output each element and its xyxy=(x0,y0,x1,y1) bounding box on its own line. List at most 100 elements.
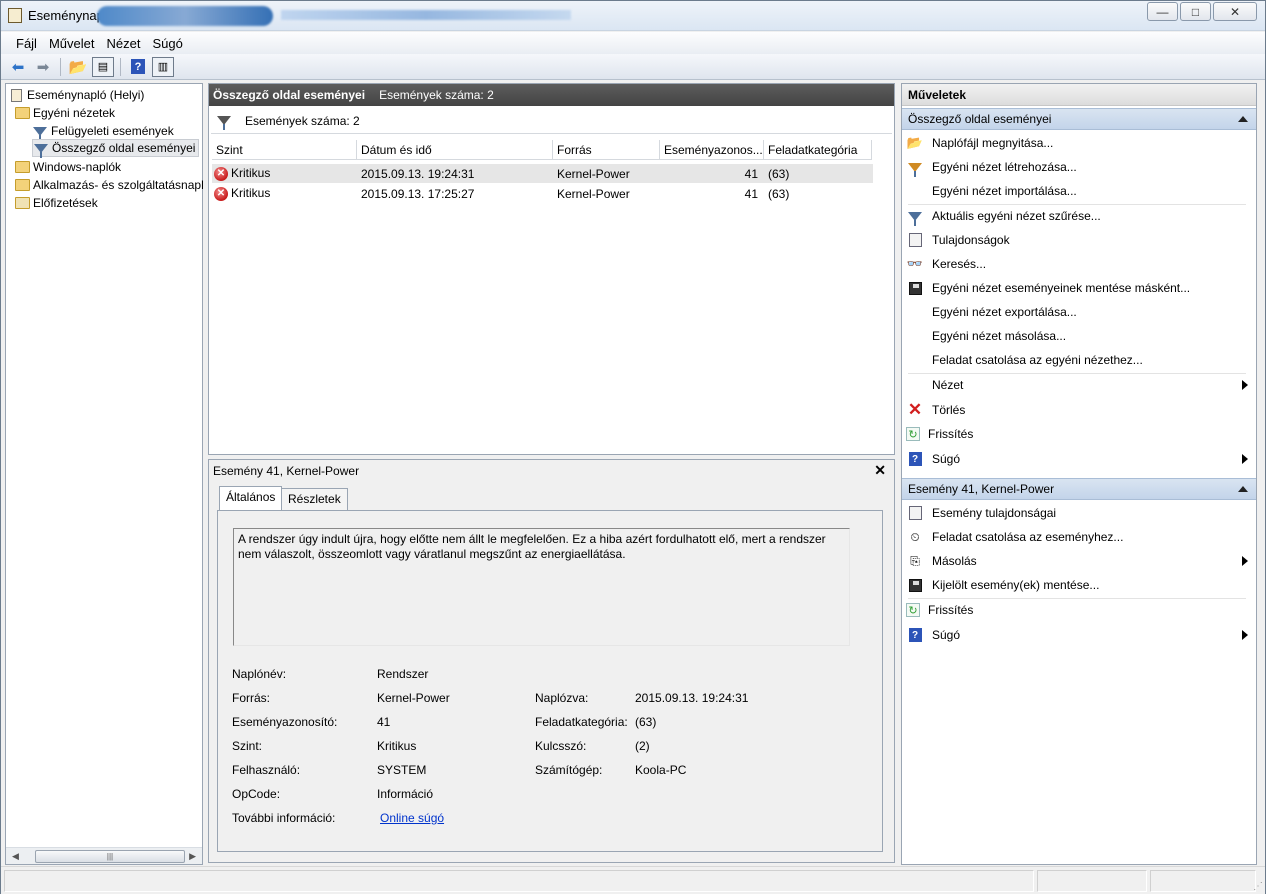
copy-icon: ⎘ xyxy=(910,553,920,568)
action-properties[interactable]: Tulajdonságok xyxy=(906,229,1250,251)
action-open-log-file[interactable]: 📂 Naplófájl megnyitása... xyxy=(906,132,1250,154)
folder-icon xyxy=(14,105,30,121)
binoculars-icon: 👓 xyxy=(906,256,924,271)
forward-button[interactable]: ➡ xyxy=(32,57,54,77)
collapse-icon[interactable] xyxy=(1238,116,1248,122)
tree-subscriptions-label: Előfizetések xyxy=(33,196,98,210)
action-filter-current-view[interactable]: Aktuális egyéni nézet szűrése... xyxy=(906,205,1250,227)
action-copy-custom-view[interactable]: Egyéni nézet másolása... xyxy=(906,325,1250,347)
tree-horizontal-scrollbar[interactable]: ◀ ||| ▶ xyxy=(6,847,202,864)
minimize-button[interactable]: — xyxy=(1147,2,1178,21)
menu-file[interactable]: Fájl xyxy=(10,36,43,51)
title-bar: Eseménynapló — □ ✕ xyxy=(1,1,1265,31)
action-label: Súgó xyxy=(932,452,961,466)
event-list-header: Összegző oldal eseményei Események száma… xyxy=(209,84,894,106)
tree-windows-logs[interactable]: Windows-naplók xyxy=(14,158,121,176)
value-user: SYSTEM xyxy=(377,763,427,777)
refresh-icon: ↻ xyxy=(906,427,920,441)
action-save-selected-events[interactable]: Kijelölt esemény(ek) mentése... xyxy=(906,574,1250,596)
action-attach-task-to-event[interactable]: ⏲ Feladat csatolása az eseményhez... xyxy=(906,526,1250,548)
tab-details[interactable]: Részletek xyxy=(281,488,348,510)
label-event-id: Eseményazonosító: xyxy=(232,715,338,729)
collapse-icon[interactable] xyxy=(1238,486,1248,492)
tab-general[interactable]: Általános xyxy=(219,486,283,511)
back-button[interactable]: ⬅ xyxy=(7,57,29,77)
action-label: Egyéni nézet létrehozása... xyxy=(932,160,1077,174)
action-label: Egyéni nézet eseményeinek mentése máskén… xyxy=(932,281,1191,295)
action-pane-icon: ▥ xyxy=(157,61,169,73)
scroll-left-icon[interactable]: ◀ xyxy=(6,851,19,862)
row-source: Kernel-Power xyxy=(557,186,630,201)
action-help[interactable]: ? Súgó xyxy=(906,448,1250,470)
close-window-button[interactable]: ✕ xyxy=(1213,2,1257,21)
action-delete[interactable]: ✕ Törlés xyxy=(906,399,1250,421)
action-view[interactable]: Nézet xyxy=(906,374,1250,396)
online-help-link[interactable]: Online súgó xyxy=(380,811,444,825)
delete-icon: ✕ xyxy=(907,400,923,419)
resize-grip-icon[interactable]: ⋰ xyxy=(1253,881,1263,892)
event-list-title: Összegző oldal eseményei xyxy=(213,88,366,102)
row-level: ✕ Kritikus xyxy=(212,166,357,181)
help-button[interactable]: ? xyxy=(127,57,149,77)
event-description[interactable]: A rendszer úgy indult újra, hogy előtte … xyxy=(233,528,850,646)
label-logged: Naplózva: xyxy=(535,691,589,705)
scroll-right-icon[interactable]: ▶ xyxy=(189,851,202,862)
label-user: Felhasználó: xyxy=(232,763,301,777)
action-attach-task-to-view[interactable]: Feladat csatolása az egyéni nézethez... xyxy=(906,349,1250,371)
properties-icon xyxy=(906,504,924,522)
action-save-events-as[interactable]: Egyéni nézet eseményeinek mentése máskén… xyxy=(906,277,1250,299)
scroll-thumb[interactable]: ||| xyxy=(35,849,185,863)
tree-app-logs[interactable]: Alkalmazás- és szolgáltatásnapl xyxy=(14,176,204,194)
close-icon: ✕ xyxy=(1229,4,1241,19)
column-datetime[interactable]: Dátum és idő xyxy=(357,140,553,159)
show-hide-action-pane-button[interactable]: ▥ xyxy=(152,56,174,77)
status-cell-main xyxy=(4,870,1034,892)
actions-section-summary[interactable]: Összegző oldal eseményei xyxy=(902,108,1256,130)
action-import-custom-view[interactable]: Egyéni nézet importálása... xyxy=(906,180,1250,202)
blank-icon xyxy=(906,327,924,345)
show-hide-tree-button[interactable]: ▤ xyxy=(92,56,114,77)
tree-summary-events-label: Összegző oldal eseményei xyxy=(52,141,196,155)
status-cell-end xyxy=(1150,870,1256,892)
menu-help[interactable]: Súgó xyxy=(146,36,188,51)
action-label: Keresés... xyxy=(932,257,987,271)
value-level: Kritikus xyxy=(377,739,417,753)
tree-summary-events[interactable]: Összegző oldal eseményei xyxy=(32,139,200,158)
action-label: Egyéni nézet importálása... xyxy=(932,184,1077,198)
tree-root[interactable]: Eseménynapló (Helyi) xyxy=(8,86,144,104)
action-create-custom-view[interactable]: Egyéni nézet létrehozása... xyxy=(906,156,1250,178)
action-refresh[interactable]: ↻ Frissítés xyxy=(906,423,1250,445)
column-level[interactable]: Szint xyxy=(212,140,357,159)
tree-custom-views[interactable]: Egyéni nézetek xyxy=(14,104,115,122)
action-export-custom-view[interactable]: Egyéni nézet exportálása... xyxy=(906,301,1250,323)
tree-admin-events[interactable]: Felügyeleti események xyxy=(32,122,174,141)
table-row[interactable]: ✕ Kritikus 2015.09.13. 17:25:27 Kernel-Po… xyxy=(212,184,873,203)
maximize-button[interactable]: □ xyxy=(1180,2,1211,21)
tree-subscriptions[interactable]: Előfizetések xyxy=(14,194,98,212)
up-folder-button[interactable]: 📂 xyxy=(67,57,89,77)
column-task-category[interactable]: Feladatkategória xyxy=(764,140,872,159)
event-list-pane: Összegző oldal eseményei Események száma… xyxy=(208,83,895,455)
column-source[interactable]: Forrás xyxy=(553,140,660,159)
help-icon: ? xyxy=(131,59,145,74)
action-copy[interactable]: ⎘ Másolás xyxy=(906,550,1250,572)
action-help-event[interactable]: ? Súgó xyxy=(906,624,1250,646)
maximize-icon: □ xyxy=(1191,4,1200,19)
status-bar: ⋰ xyxy=(1,866,1265,894)
menu-view[interactable]: Nézet xyxy=(100,36,146,51)
tree-app-logs-label: Alkalmazás- és szolgáltatásnapl xyxy=(33,178,204,192)
table-row[interactable]: ✕ Kritikus 2015.09.13. 19:24:31 Kernel-Po… xyxy=(212,164,873,183)
action-find[interactable]: 👓 Keresés... xyxy=(906,253,1250,275)
action-refresh-event[interactable]: ↻ Frissítés xyxy=(906,599,1250,621)
close-detail-button[interactable]: ✕ xyxy=(874,462,886,479)
row-source: Kernel-Power xyxy=(557,166,630,181)
column-event-id[interactable]: Eseményazonos... xyxy=(660,140,764,159)
action-event-properties[interactable]: Esemény tulajdonságai xyxy=(906,502,1250,524)
menu-action[interactable]: Művelet xyxy=(43,36,101,51)
submenu-arrow-icon xyxy=(1242,380,1248,390)
menu-bar: Fájl Művelet Nézet Súgó xyxy=(1,32,1265,54)
label-source: Forrás: xyxy=(232,691,271,705)
actions-section-event[interactable]: Esemény 41, Kernel-Power xyxy=(902,478,1256,500)
label-more-info: További információ: xyxy=(232,811,336,825)
general-tab-body: A rendszer úgy indult újra, hogy előtte … xyxy=(217,510,883,852)
